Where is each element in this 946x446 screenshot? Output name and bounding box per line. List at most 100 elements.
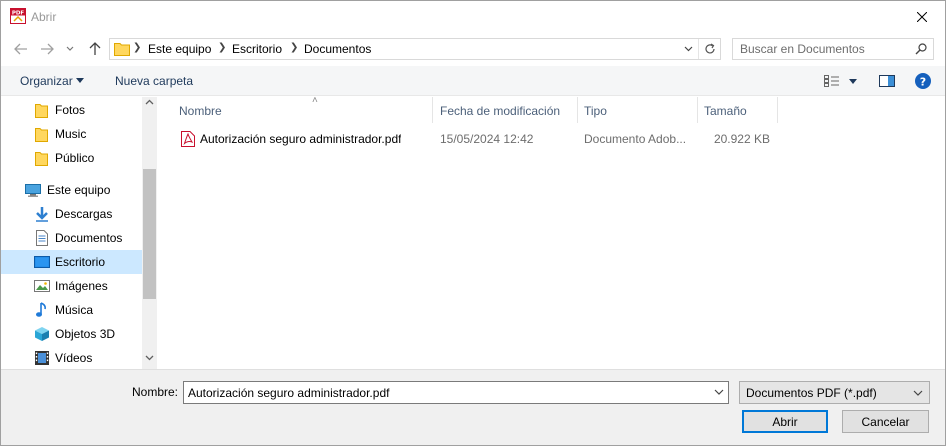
dialog-footer: Nombre: Documentos PDF (*.pdf) Abrir Can… [1,369,945,445]
scrollbar-thumb[interactable] [143,169,156,299]
file-list: ˄ Nombre Fecha de modificación Tipo Tama… [159,95,945,369]
navigation-pane: Fotos Music Público Este equipo Descarga… [1,97,157,369]
sidebar-item-imagenes[interactable]: Imágenes [1,274,142,298]
organize-button[interactable]: Organizar [20,74,73,88]
chevron-down-icon[interactable] [145,355,154,361]
arrow-right-icon [41,43,54,55]
preview-pane-icon[interactable] [879,75,895,87]
pdf-app-icon: PDF [10,8,26,24]
sidebar-item-musica[interactable]: Música [1,298,142,322]
breadcrumb-este-equipo[interactable]: Este equipo [148,42,211,56]
open-button[interactable]: Abrir [742,410,828,433]
back-button[interactable] [10,38,32,60]
view-details-icon[interactable] [824,75,840,87]
close-button[interactable] [899,1,945,32]
column-header-type[interactable]: Tipo [578,97,698,123]
up-button[interactable] [84,38,106,60]
sidebar-item-label: Fotos [55,103,86,117]
sidebar-item-label: Documentos [55,231,123,245]
arrow-up-icon [89,42,101,55]
sidebar-item-label: Objetos 3D [55,327,116,341]
sidebar-item-music[interactable]: Music [1,122,142,146]
filename-input[interactable] [188,385,703,401]
sidebar-item-label: Este equipo [47,183,111,197]
help-icon[interactable]: ? [915,73,931,89]
title-bar: PDF Abrir [1,1,945,32]
column-header-size[interactable]: Tamaño [698,97,778,123]
file-size: 20.922 KB [713,132,770,146]
close-icon [917,11,927,22]
pdf-file-icon [181,131,195,147]
chevron-up-icon[interactable] [145,99,154,105]
folder-icon [114,43,130,56]
sidebar-item-label: Público [55,151,95,165]
chevron-down-icon [684,46,692,52]
file-type: Documento Adob... [584,132,687,146]
filename-field[interactable] [183,381,729,404]
sidebar-item-publico[interactable]: Público [1,146,142,170]
desktop-icon [34,256,50,268]
open-file-dialog: PDF Abrir ❯ Este equipo ❯ Escritorio ❯ D… [0,0,946,446]
chevron-down-icon [913,390,923,396]
sidebar-item-este-equipo[interactable]: Este equipo [1,178,142,202]
sidebar-item-documentos[interactable]: Documentos [1,226,142,250]
breadcrumb-escritorio[interactable]: Escritorio [232,42,282,56]
sidebar-item-fotos[interactable]: Fotos [1,98,142,122]
command-bar: Organizar Nueva carpeta ? [1,66,945,96]
cancel-button[interactable]: Cancelar [842,410,929,433]
sidebar-item-videos[interactable]: Vídeos [1,346,142,370]
breadcrumb-separator: ❯ [133,42,142,53]
sidebar-item-escritorio[interactable]: Escritorio [1,250,142,274]
refresh-icon [704,43,715,54]
address-history-button[interactable] [680,39,696,59]
sidebar-item-label: Descargas [55,207,113,221]
pictures-icon [34,280,50,292]
address-bar[interactable]: ❯ Este equipo ❯ Escritorio ❯ Documentos [109,38,721,60]
film-icon [35,351,49,365]
sidebar-item-label: Imágenes [55,279,108,293]
file-modified: 15/05/2024 12:42 [440,132,534,146]
folder-icon [35,152,48,166]
chevron-down-icon [66,46,74,51]
sidebar-item-objetos-3d[interactable]: Objetos 3D [1,322,142,346]
search-icon [915,43,927,55]
refresh-button[interactable] [698,39,720,59]
breadcrumb-separator: ❯ [290,42,299,53]
computer-icon [25,184,41,197]
navigation-scrollbar[interactable] [142,97,157,369]
file-type-filter[interactable]: Documentos PDF (*.pdf) [739,381,930,404]
view-options-caret-icon[interactable] [849,79,857,84]
download-icon [36,207,48,222]
svg-text:PDF: PDF [12,10,25,16]
column-header-modified[interactable]: Fecha de modificación [434,97,578,123]
window-title: Abrir [31,10,57,24]
svg-text:?: ? [920,75,926,88]
folder-icon [35,128,48,142]
table-row[interactable]: Autorización seguro administrador.pdf 15… [175,127,775,149]
navigation-row: ❯ Este equipo ❯ Escritorio ❯ Documentos [1,32,945,66]
file-type-filter-value: Documentos PDF (*.pdf) [746,386,877,400]
caret-down-icon [76,78,84,83]
chevron-down-icon[interactable] [713,386,725,398]
folder-icon [35,104,48,118]
column-header-name[interactable]: ˄ Nombre [173,95,433,123]
sidebar-item-label: Vídeos [55,351,93,365]
file-name: Autorización seguro administrador.pdf [200,132,402,146]
documents-icon [36,230,48,246]
new-folder-button[interactable]: Nueva carpeta [115,74,193,88]
sort-ascending-icon: ˄ [312,95,318,106]
arrow-left-icon [14,43,27,55]
music-note-icon [36,302,46,317]
sidebar-item-label: Music [55,127,87,141]
filename-label: Nombre: [132,385,179,399]
search-input[interactable] [740,41,910,57]
cube-3d-icon [35,327,49,341]
recent-locations-button[interactable] [63,38,77,60]
search-box[interactable] [732,38,934,60]
breadcrumb-separator: ❯ [218,42,227,53]
breadcrumb-documentos[interactable]: Documentos [304,42,371,56]
sidebar-item-label: Escritorio [55,255,106,269]
sidebar-item-descargas[interactable]: Descargas [1,202,142,226]
forward-button[interactable] [36,38,58,60]
sidebar-item-label: Música [55,303,94,317]
